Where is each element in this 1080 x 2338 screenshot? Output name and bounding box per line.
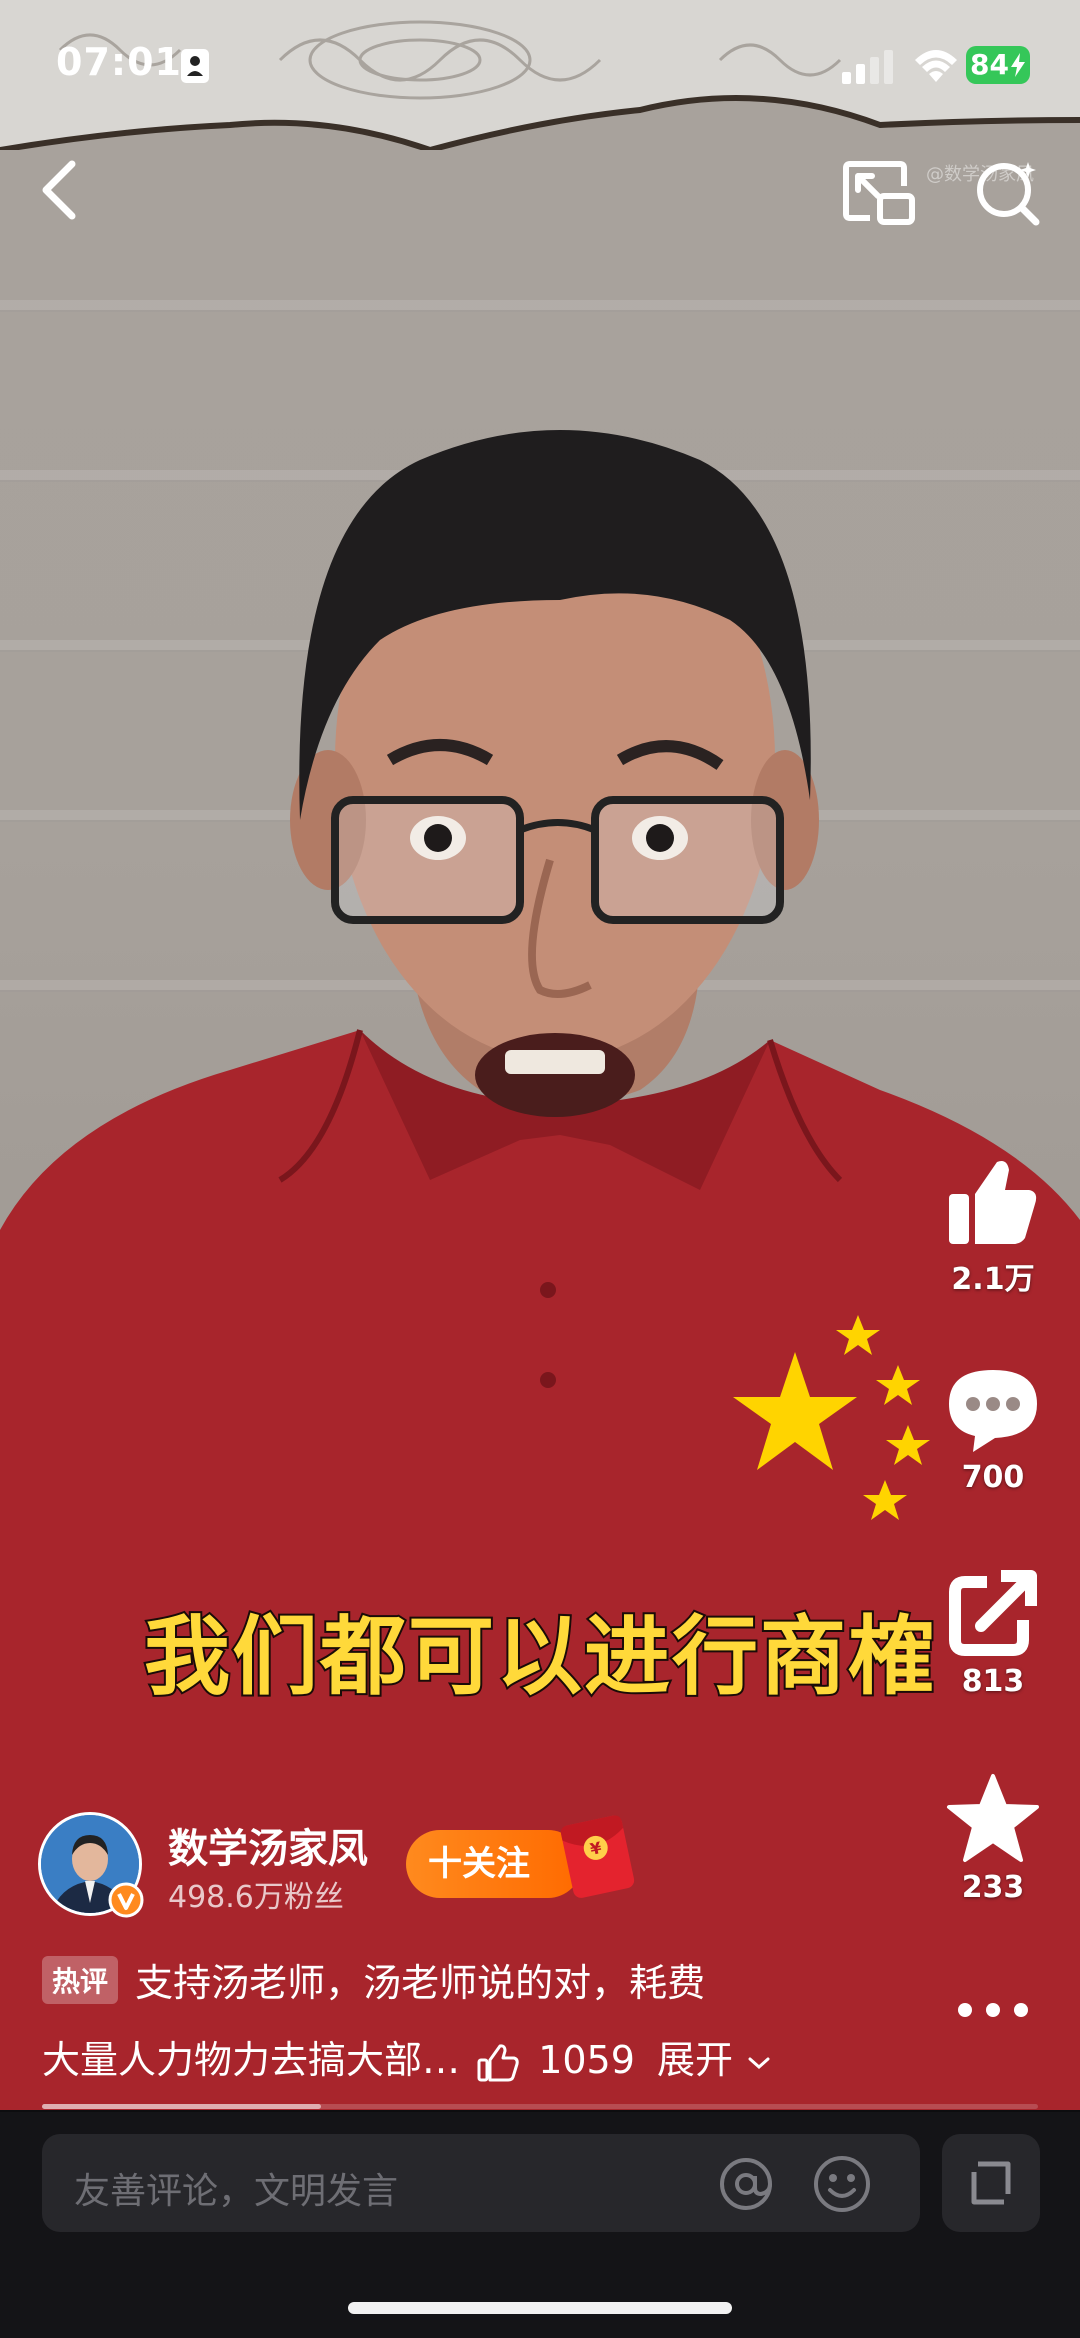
bottom-comment-bar: 友善评论，文明发言 (0, 2112, 1080, 2338)
chevron-down-icon (748, 2057, 770, 2069)
expand-comment-button[interactable]: 展开 (657, 2038, 771, 2082)
hot-comment-like-count: 1059 (538, 2038, 635, 2082)
status-bar: 07:01 84 (0, 0, 1080, 120)
more-button[interactable] (938, 2000, 1048, 2040)
hot-comment[interactable]: 热评 支持汤老师，汤老师说的对，耗费 大量人力物力去搞大部… 1059 展开 (42, 1952, 922, 2084)
fullscreen-button[interactable] (942, 2134, 1040, 2232)
like-count: 2.1万 (951, 1262, 1035, 1297)
star-icon (947, 1774, 1039, 1862)
emoji-icon[interactable] (812, 2154, 872, 2214)
favorite-count: 233 (961, 1870, 1025, 1905)
like-button[interactable]: 2.1万 (938, 1156, 1048, 1298)
video-person-illustration (0, 430, 1080, 2110)
author-name[interactable]: 数学汤家凤 (168, 1816, 368, 1874)
charging-bolt-icon (1011, 53, 1025, 77)
video-player-screen: 07:01 84 @数学汤家凤 我们都可以进行商榷 2.1万 700 813 2… (0, 0, 1080, 2338)
cast-icon[interactable] (840, 158, 920, 228)
comment-button[interactable]: 700 (938, 1364, 1048, 1495)
back-button[interactable] (30, 150, 90, 230)
share-icon (949, 1570, 1037, 1656)
favorite-button[interactable]: 233 (938, 1772, 1048, 1905)
author-info: 数学汤家凤 498.6万粉丝 十关注 ¥ (38, 1812, 658, 1922)
hot-comment-text-line1: 支持汤老师，汤老师说的对，耗费 (135, 1961, 706, 2005)
comment-count: 700 (961, 1460, 1025, 1495)
more-icon (958, 2003, 1028, 2017)
battery-level: 84 (970, 48, 1009, 81)
thumbs-up-outline-icon[interactable] (476, 2043, 520, 2083)
comment-icon (949, 1370, 1037, 1452)
at-icon[interactable] (718, 2156, 774, 2212)
video-subtitle: 我们都可以进行商榷 (142, 1605, 936, 1709)
wifi-icon (915, 50, 957, 82)
person-badge-icon (181, 49, 209, 83)
verified-icon (108, 1882, 144, 1918)
author-followers: 498.6万粉丝 (168, 1880, 344, 1915)
comment-input-placeholder: 友善评论，文明发言 (74, 2171, 399, 2212)
comment-input[interactable]: 友善评论，文明发言 (42, 2134, 920, 2232)
thumbs-up-icon (949, 1161, 1037, 1244)
share-button[interactable]: 813 (938, 1568, 1048, 1699)
hot-comment-text-line2: 大量人力物力去搞大部… (42, 2038, 461, 2082)
video-progress-fill (42, 2104, 321, 2109)
expand-label: 展开 (657, 2038, 734, 2082)
fullscreen-icon (971, 2161, 1011, 2205)
home-indicator (348, 2302, 732, 2314)
signal-icon (842, 50, 893, 84)
status-time: 07:01 (56, 40, 182, 84)
redpacket-icon[interactable]: ¥ (548, 1808, 644, 1900)
search-icon[interactable] (972, 156, 1044, 228)
video-frame[interactable] (0, 0, 1080, 2110)
video-progress-bar[interactable] (42, 2104, 1038, 2109)
battery-indicator: 84 (966, 46, 1030, 84)
hot-comment-badge: 热评 (42, 1955, 119, 2004)
share-count: 813 (961, 1664, 1025, 1699)
